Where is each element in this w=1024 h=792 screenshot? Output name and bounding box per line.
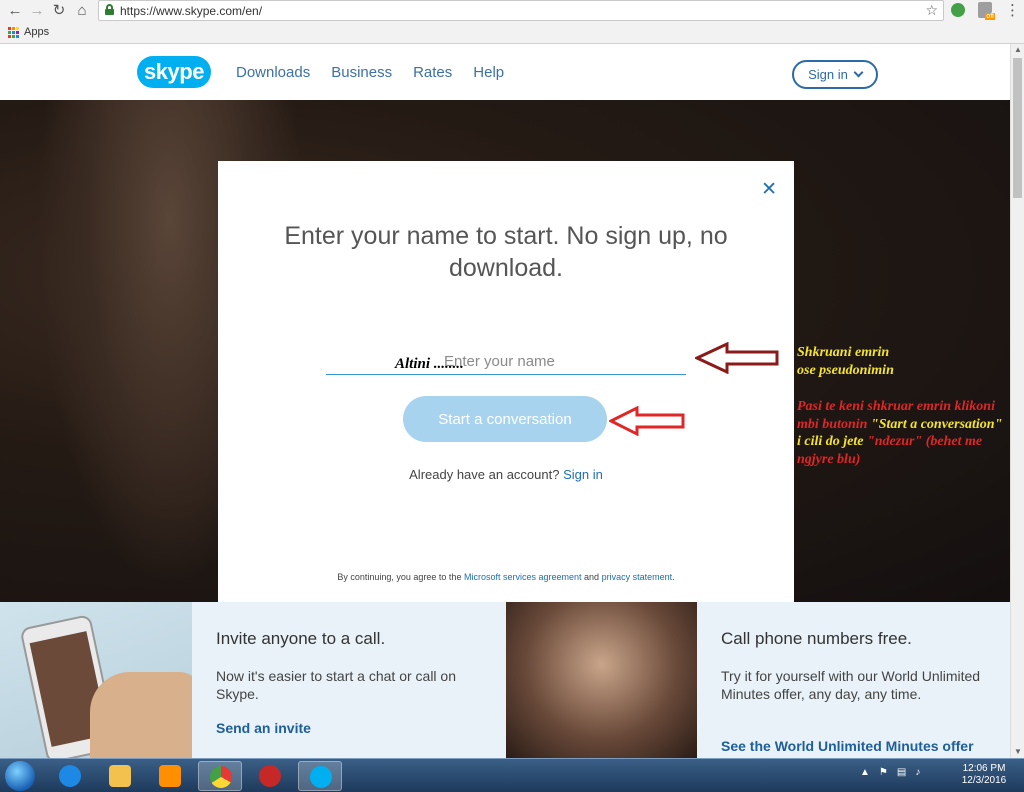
chevron-down-icon [853,67,864,78]
extension-badge-icon[interactable]: off [978,2,995,20]
skype-icon [310,766,332,788]
name-field: Altini ........ [326,349,686,375]
scroll-up-icon[interactable]: ▲ [1011,44,1024,56]
site-header: skype Downloads Business Rates Help Sign… [0,44,1010,100]
annotation-note-1-line1: Shkruani emrin [797,345,890,360]
taskbar-skype[interactable] [298,761,342,791]
back-arrow-icon[interactable]: ← [6,2,24,20]
feature-invite-title: Invite anyone to a call. [216,629,386,648]
site-nav: Downloads Business Rates Help [236,64,504,81]
woman-on-phone-image [506,602,697,758]
reload-icon[interactable]: ↻ [50,2,68,20]
folder-icon [109,765,131,787]
forward-arrow-icon[interactable]: → [28,2,46,20]
annotation-note-2: Pasi te keni shkruar emrin klikoni mbi b… [797,398,1007,468]
home-icon[interactable]: ⌂ [73,2,91,20]
tray-flag-icon[interactable]: ⚑ [879,767,888,778]
address-url: https://www.skype.com/en/ [120,4,263,18]
address-bar[interactable]: https://www.skype.com/en/ ☆ [98,0,944,21]
bookmark-star-icon[interactable]: ☆ [925,2,938,19]
taskbar-clock[interactable]: 12:06 PM 12/3/2016 [956,763,1012,787]
scroll-thumb[interactable] [1013,58,1022,198]
nav-rates[interactable]: Rates [413,64,452,81]
start-button[interactable] [5,761,35,791]
legal-prefix: By continuing, you agree to the [337,572,462,582]
feature-call-body: Try it for yourself with our World Unlim… [721,668,981,702]
annotation-note-1: Shkruani emrin ose pseudonimin [797,344,894,380]
skype-logo[interactable]: skype [137,56,211,88]
signin-link[interactable]: Sign in [563,467,603,482]
feature-invite: Invite anyone to a call. Now it's easier… [192,602,506,758]
world-minutes-link[interactable]: See the World Unlimited Minutes offer [721,738,974,754]
annotation-note-2-part2: i cili do jete [797,434,864,449]
services-agreement-link[interactable]: Microsoft services agreement [464,572,582,582]
legal-suffix: . [672,572,675,582]
send-invite-link[interactable]: Send an invite [216,720,311,736]
browser-menu-icon[interactable]: ⋮ [1005,1,1020,19]
apps-label: Apps [24,26,50,38]
feature-call-phones: Call phone numbers free. Try it for your… [697,602,1010,758]
nav-downloads[interactable]: Downloads [236,64,310,81]
phone-video-call-image [0,602,192,758]
taskbar-app[interactable] [248,761,292,791]
header-signin-label: Sign in [808,67,848,82]
taskbar-explorer[interactable] [98,761,142,791]
tray-volume-icon[interactable]: ♪ [915,767,920,778]
bookmark-apps[interactable]: Apps [8,25,49,39]
annotation-arrow-dark-icon [695,342,779,374]
already-text: Already have an account? [409,467,560,482]
header-signin-button[interactable]: Sign in [792,60,878,89]
taskbar-chrome[interactable] [198,761,242,791]
feature-call-title: Call phone numbers free. [721,629,912,648]
taskbar-ie[interactable] [48,761,92,791]
chrome-icon [210,766,232,788]
annotation-note-2-quote1: "Start a conversation" [870,416,1003,432]
legal-notice: By continuing, you agree to the Microsof… [258,572,754,582]
annotation-note-2-quote2: "ndezur" [866,434,923,449]
tray-expand-icon[interactable]: ▲ [860,767,870,778]
browser-chrome: ← → ↻ ⌂ https://www.skype.com/en/ ☆ off … [0,0,1024,44]
annotation-note-1-line2: ose pseudonimin [797,363,894,378]
dialog-title: Enter your name to start. No sign up, no… [284,222,728,282]
nav-help[interactable]: Help [473,64,504,81]
privacy-statement-link[interactable]: privacy statement [602,572,673,582]
apps-grid-icon [8,26,19,38]
taskbar-media[interactable] [148,761,192,791]
feature-invite-body: Now it's easier to start a chat or call … [216,668,456,702]
clock-date: 12/3/2016 [961,775,1007,786]
clock-time: 12:06 PM [962,763,1006,774]
page-scrollbar[interactable]: ▲ ▼ [1010,44,1024,758]
start-conversation-button[interactable]: Start a conversation [403,396,607,442]
name-input[interactable] [444,349,684,373]
legal-and: and [584,572,600,582]
close-icon[interactable]: ✕ [761,178,777,201]
annotation-arrow-red-icon [609,406,685,436]
system-tray: ▲ ⚑ ▤ ♪ [860,767,920,778]
hand-image [90,672,192,758]
lock-icon [105,4,114,15]
app-red-icon [259,765,281,787]
web-page: skype Downloads Business Rates Help Sign… [0,44,1010,758]
nav-business[interactable]: Business [331,64,392,81]
extension-green-icon[interactable] [951,3,965,17]
name-entry-dialog: ✕ Enter your name to start. No sign up, … [218,161,794,602]
already-have-account: Already have an account? Sign in [258,467,754,482]
media-player-icon [159,765,181,787]
internet-explorer-icon [59,765,81,787]
scroll-down-icon[interactable]: ▼ [1011,746,1024,758]
tray-network-icon[interactable]: ▤ [897,767,906,778]
windows-taskbar: ▲ ⚑ ▤ ♪ 12:06 PM 12/3/2016 [0,758,1024,792]
